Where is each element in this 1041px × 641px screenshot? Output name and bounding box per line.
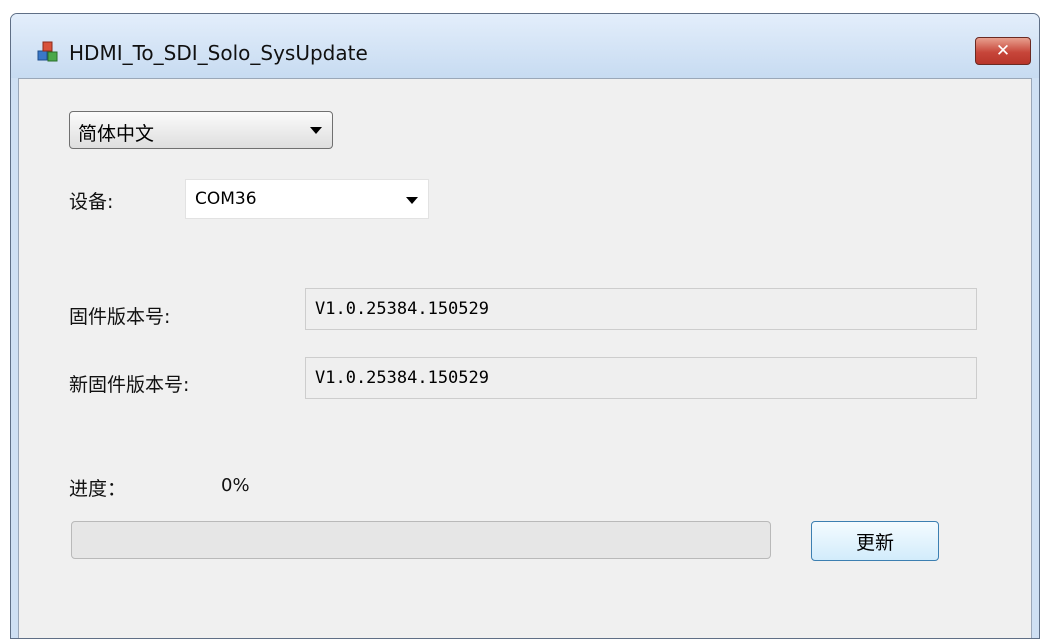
progress-percent: 0%	[221, 475, 250, 496]
chevron-down-icon	[406, 197, 418, 204]
firmware-version-field: V1.0.25384.150529	[305, 288, 977, 330]
device-label: 设备:	[69, 191, 114, 213]
language-dropdown[interactable]: 简体中文	[69, 111, 333, 149]
new-firmware-version-label: 新固件版本号:	[69, 374, 190, 396]
new-firmware-version-value: V1.0.25384.150529	[315, 368, 489, 388]
device-dropdown[interactable]: COM36	[185, 179, 429, 219]
close-button[interactable]: ✕	[975, 37, 1031, 65]
device-value: COM36	[195, 189, 257, 209]
client-area: 简体中文 设备: COM36 固件版本号: V1.0.25384.150529 …	[18, 78, 1032, 638]
progress-label: 进度：	[69, 478, 127, 500]
update-button[interactable]: 更新	[811, 521, 939, 561]
language-value: 简体中文	[78, 123, 155, 145]
firmware-version-value: V1.0.25384.150529	[315, 299, 489, 319]
title-bar[interactable]: HDMI_To_SDI_Solo_SysUpdate ✕	[11, 14, 1039, 78]
app-window: HDMI_To_SDI_Solo_SysUpdate ✕ 简体中文 设备: CO…	[10, 13, 1040, 639]
chevron-down-icon	[310, 127, 322, 134]
close-icon: ✕	[995, 41, 1011, 61]
app-cubes-icon	[37, 41, 58, 62]
new-firmware-version-field: V1.0.25384.150529	[305, 357, 977, 399]
firmware-version-label: 固件版本号:	[69, 306, 171, 328]
progress-bar	[71, 521, 771, 559]
window-title: HDMI_To_SDI_Solo_SysUpdate	[69, 41, 368, 65]
